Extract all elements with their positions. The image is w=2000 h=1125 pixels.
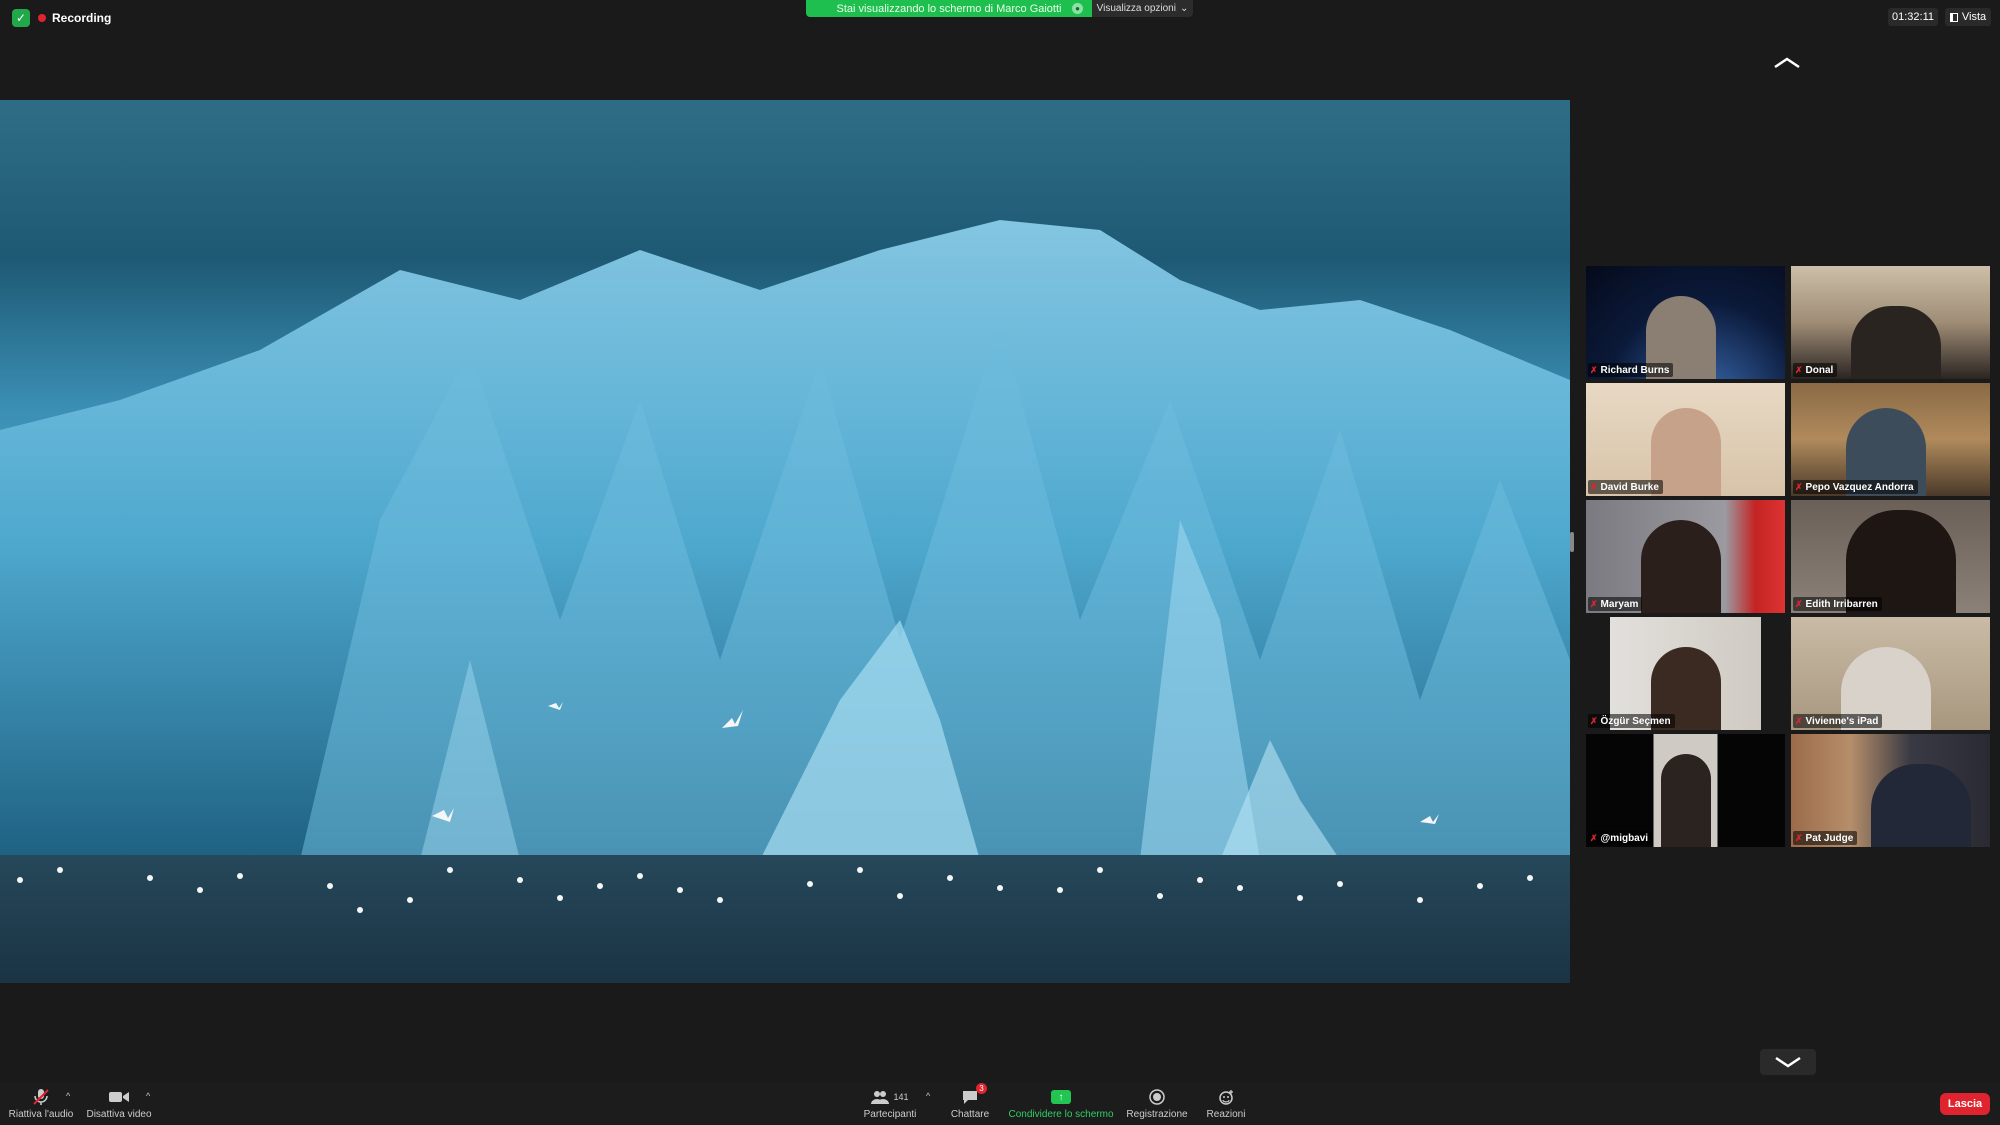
mic-off-icon: ✗	[1795, 481, 1803, 492]
recording-indicator[interactable]: Recording	[38, 9, 111, 27]
chevron-down-icon[interactable]	[1760, 1049, 1816, 1075]
participant-name-tag: ✗ Richard Burns	[1588, 363, 1674, 377]
participant-silhouette	[1871, 764, 1971, 847]
participant-tile[interactable]: ✗ Vivienne's iPad	[1791, 617, 1990, 730]
view-button[interactable]: Vista	[1945, 8, 1991, 26]
chat-label: Chattare	[950, 1109, 990, 1120]
chat-badge: 3	[976, 1083, 987, 1094]
participant-tile[interactable]: ✗ Donal	[1791, 266, 1990, 379]
mic-off-icon: ✗	[1590, 598, 1598, 609]
participant-name-tag: ✗ Özgür Seçmen	[1588, 714, 1675, 728]
participant-silhouette	[1851, 306, 1941, 379]
banner-status-icon: ●	[1072, 3, 1083, 14]
mic-off-icon: ✗	[1795, 832, 1803, 843]
meeting-toolbar: Riattiva l'audio ^ Disattiva video ^ 141…	[0, 1083, 2000, 1125]
participant-name: Pepo Vazquez Andorra	[1805, 481, 1914, 493]
chat-icon: 3	[961, 1083, 987, 1107]
participant-name: Özgür Seçmen	[1600, 715, 1671, 727]
unmute-label: Riattiva l'audio	[8, 1109, 74, 1120]
chevron-up-icon[interactable]	[1768, 50, 1806, 76]
view-options-label: Visualizza opzioni	[1096, 3, 1176, 14]
record-button[interactable]: Registrazione	[1124, 1087, 1190, 1123]
recording-label: Recording	[52, 11, 112, 25]
participant-tile[interactable]: ✗ Edith Irribarren	[1791, 500, 1990, 613]
participant-name-tag: ✗ Donal	[1793, 363, 1838, 377]
mic-off-icon: ✗	[1795, 598, 1803, 609]
reactions-icon	[1218, 1087, 1234, 1107]
view-options-button[interactable]: Visualizza opzioni ⌄	[1092, 0, 1193, 17]
participant-name: Pat Judge	[1805, 832, 1854, 844]
mic-off-icon: ✗	[1590, 715, 1598, 726]
reactions-button[interactable]: Reazioni	[1204, 1087, 1248, 1123]
participant-name: Vivienne's iPad	[1805, 715, 1879, 727]
share-banner: Stai visualizzando lo schermo di Marco G…	[806, 0, 1092, 17]
participants-button[interactable]: 141 Partecipanti	[858, 1087, 922, 1123]
participant-tile[interactable]: ✗ @migbavi	[1586, 734, 1785, 847]
stop-video-button[interactable]: Disattiva video	[84, 1087, 154, 1123]
participant-name: David Burke	[1600, 481, 1659, 493]
mic-off-icon: ✗	[1590, 832, 1598, 843]
participants-icon: 141	[871, 1087, 909, 1107]
participant-name-tag: ✗ David Burke	[1588, 480, 1663, 494]
share-screen-button[interactable]: ↑ Condividere lo schermo	[1006, 1087, 1116, 1123]
mic-off-icon: ✗	[1795, 715, 1803, 726]
participant-name-tag: ✗ Maryam	[1588, 597, 1643, 611]
reactions-label: Reazioni	[1206, 1109, 1246, 1120]
mic-off-icon: ✗	[1590, 481, 1598, 492]
mic-off-icon	[32, 1087, 50, 1107]
video-options-caret[interactable]: ^	[146, 1091, 150, 1101]
participant-tile[interactable]: ✗ Richard Burns	[1586, 266, 1785, 379]
participant-name: Donal	[1805, 364, 1834, 376]
participant-name: Maryam	[1600, 598, 1639, 610]
mic-off-icon: ✗	[1795, 364, 1803, 375]
record-label: Registrazione	[1126, 1109, 1188, 1120]
record-icon	[1149, 1087, 1165, 1107]
participant-name: Edith Irribarren	[1805, 598, 1878, 610]
split-resize-handle[interactable]	[1570, 532, 1574, 552]
share-screen-icon: ↑	[1051, 1087, 1071, 1107]
participant-tile[interactable]: ✗ Özgür Seçmen	[1586, 617, 1785, 730]
participants-label: Partecipanti	[863, 1109, 917, 1120]
participant-tile[interactable]: ✗ David Burke	[1586, 383, 1785, 496]
chat-button[interactable]: 3 Chattare	[946, 1083, 994, 1123]
participant-tile[interactable]: ✗ Maryam	[1586, 500, 1785, 613]
camera-icon	[108, 1087, 130, 1107]
view-label: Vista	[1961, 11, 1987, 23]
audio-options-caret[interactable]: ^	[66, 1091, 70, 1101]
mic-off-icon: ✗	[1590, 364, 1598, 375]
stop-video-label: Disattiva video	[86, 1109, 152, 1120]
recording-dot-icon	[38, 14, 46, 22]
share-screen-label: Condividere lo schermo	[1008, 1109, 1114, 1120]
participant-name: Richard Burns	[1600, 364, 1670, 376]
shared-screen-image	[0, 220, 1570, 983]
participant-silhouette	[1641, 520, 1721, 613]
participant-tile[interactable]: ✗ Pepo Vazquez Andorra	[1791, 383, 1990, 496]
participant-name-tag: ✗ Edith Irribarren	[1793, 597, 1882, 611]
participant-tile[interactable]: ✗ Pat Judge	[1791, 734, 1990, 847]
meeting-timer: 01:32:11	[1888, 8, 1938, 26]
chevron-down-icon: ⌄	[1179, 3, 1189, 14]
participant-name-tag: ✗ Pepo Vazquez Andorra	[1793, 480, 1918, 494]
participant-name-tag: ✗ Pat Judge	[1793, 831, 1858, 845]
leave-button[interactable]: Lascia	[1940, 1093, 1990, 1115]
shield-icon[interactable]: ✓	[12, 9, 30, 27]
participant-name-tag: ✗ @migbavi	[1588, 831, 1653, 845]
participant-name: @migbavi	[1600, 832, 1649, 844]
participant-name-tag: ✗ Vivienne's iPad	[1793, 714, 1883, 728]
view-layout-icon	[1949, 12, 1958, 22]
participant-silhouette	[1661, 754, 1711, 847]
top-bar: ✓ Recording Stai visualizzando lo scherm…	[0, 0, 2000, 34]
shared-screen[interactable]	[0, 100, 1570, 983]
participants-count: 141	[893, 1092, 909, 1102]
participants-options-caret[interactable]: ^	[926, 1091, 930, 1101]
